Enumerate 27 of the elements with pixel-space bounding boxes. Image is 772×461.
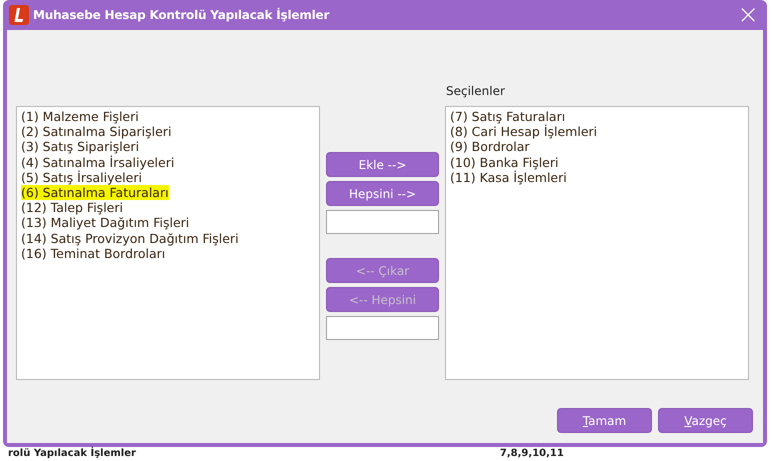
app-logo-icon bbox=[9, 5, 29, 25]
list-item[interactable]: (3) Satış Siparişleri bbox=[21, 139, 140, 155]
list-item[interactable]: (1) Malzeme Fişleri bbox=[21, 109, 139, 124]
list-item[interactable]: (4) Satınalma İrsaliyeleri bbox=[21, 154, 174, 170]
add-button[interactable]: Ekle --> bbox=[326, 152, 439, 177]
list-item[interactable]: (12) Talep Fişleri bbox=[21, 200, 123, 216]
list-item[interactable]: (7) Satış Faturaları bbox=[450, 109, 566, 124]
list-item[interactable]: (10) Banka Fişleri bbox=[450, 154, 558, 170]
list-item[interactable]: (14) Satış Provizyon Dağıtım Fişleri bbox=[21, 230, 239, 246]
list-item[interactable]: (9) Bordrolar bbox=[450, 139, 530, 155]
list-item[interactable]: (5) Satış İrsaliyeleri bbox=[21, 170, 142, 186]
input-field[interactable] bbox=[326, 316, 439, 340]
window-title: Muhasebe Hesap Kontrolü Yapılacak İşlemler bbox=[33, 8, 330, 22]
list-item[interactable]: (16) Teminat Bordroları bbox=[21, 246, 166, 262]
list-item[interactable]: (8) Cari Hesap İşlemleri bbox=[450, 124, 598, 140]
list-item[interactable]: (11) Kasa İşlemleri bbox=[450, 170, 567, 186]
list-item[interactable]: (13) Maliyet Dağıtım Fişleri bbox=[21, 215, 190, 231]
list-item[interactable]: (6) Satınalma Faturaları bbox=[21, 185, 169, 200]
background-text: 7,8,9,10,11 bbox=[500, 447, 564, 461]
list-item[interactable]: (2) Satınalma Siparişleri bbox=[21, 124, 172, 140]
background-text: rolü Yapılacak İşlemler bbox=[8, 447, 136, 461]
list-label: Seçilenler bbox=[445, 84, 505, 98]
add-button[interactable]: Hepsini --> bbox=[326, 181, 439, 206]
dialog-button[interactable]: Tamam bbox=[557, 408, 652, 433]
input-field[interactable] bbox=[326, 210, 439, 234]
close-button[interactable]: × bbox=[733, 2, 763, 28]
dialog-button[interactable]: Vazgeç bbox=[658, 408, 753, 433]
